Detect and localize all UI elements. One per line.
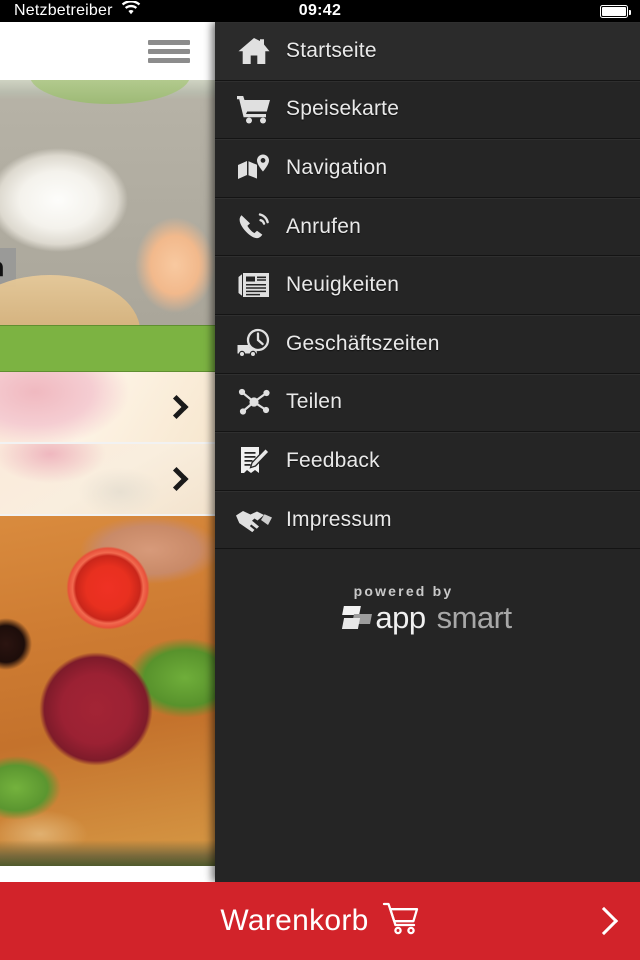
list-item[interactable]: [0, 444, 215, 516]
menu-item-geschaeftszeiten[interactable]: Geschäftszeiten: [215, 314, 640, 374]
powered-by-block: powered by app smart: [215, 583, 640, 633]
green-divider-band: [0, 325, 215, 372]
brand-name-second: smart: [436, 600, 513, 636]
cart-bar-content: Warenkorb: [220, 902, 419, 941]
navigation-drawer: Startseite Speisekarte Navigation Anrufe…: [215, 22, 640, 882]
appsmart-logo: app smart: [342, 600, 513, 636]
menu-item-teilen[interactable]: Teilen: [215, 373, 640, 433]
battery-full-icon: [600, 4, 631, 18]
edit-document-icon: [228, 440, 280, 482]
chevron-right-icon[interactable]: [589, 906, 619, 936]
menu-item-label: Feedback: [286, 448, 380, 472]
app-header: [0, 22, 215, 80]
share-icon: [228, 381, 280, 423]
menu-item-impressum[interactable]: Impressum: [215, 490, 640, 550]
list-item[interactable]: [0, 372, 215, 444]
menu-item-navigation[interactable]: Navigation: [215, 139, 640, 198]
hero-caption: za: [0, 248, 16, 287]
shopping-cart-icon: [382, 902, 420, 941]
menu-item-neuigkeiten[interactable]: Neuigkeiten: [215, 256, 640, 315]
clock-truck-icon: [228, 323, 280, 365]
shopping-cart-icon: [228, 88, 280, 130]
menu-item-label: Anrufen: [286, 214, 361, 238]
menu-item-label: Teilen: [286, 390, 343, 414]
menu-item-startseite[interactable]: Startseite: [215, 22, 640, 81]
status-bar-clock: 09:42: [298, 2, 342, 19]
chevron-right-icon: [164, 466, 189, 492]
menu-item-label: Impressum: [286, 507, 392, 531]
map-pin-icon: [228, 147, 280, 189]
appsmart-logo-icon: [342, 605, 373, 631]
menu-item-label: Navigation: [286, 155, 388, 179]
pizza-image: [0, 516, 215, 866]
app-screen: Netzbetreiber 09:42 za: [0, 0, 640, 960]
menu-item-feedback[interactable]: Feedback: [215, 432, 640, 491]
menu-item-label: Speisekarte: [286, 97, 400, 121]
brand-name-first: app: [375, 600, 426, 636]
cart-bar-label: Warenkorb: [220, 904, 369, 937]
menu-item-label: Geschäftszeiten: [286, 331, 440, 355]
status-bar-right: [600, 0, 631, 22]
hero-food-image: za: [0, 80, 215, 325]
background-app-content: za: [0, 22, 215, 882]
home-icon: [228, 30, 280, 72]
powered-by-label: powered by: [353, 583, 454, 600]
menu-item-anrufen[interactable]: Anrufen: [215, 197, 640, 257]
status-bar: Netzbetreiber 09:42: [0, 0, 640, 22]
hamburger-icon[interactable]: [148, 38, 190, 64]
menu-item-label: Neuigkeiten: [286, 273, 400, 297]
chevron-right-icon: [164, 394, 189, 420]
phone-icon: [228, 206, 280, 248]
handshake-icon: [228, 499, 280, 541]
cart-bar[interactable]: Warenkorb: [0, 882, 640, 960]
menu-item-label: Startseite: [286, 38, 377, 62]
menu-item-speisekarte[interactable]: Speisekarte: [215, 80, 640, 140]
newspaper-icon: [228, 264, 280, 306]
